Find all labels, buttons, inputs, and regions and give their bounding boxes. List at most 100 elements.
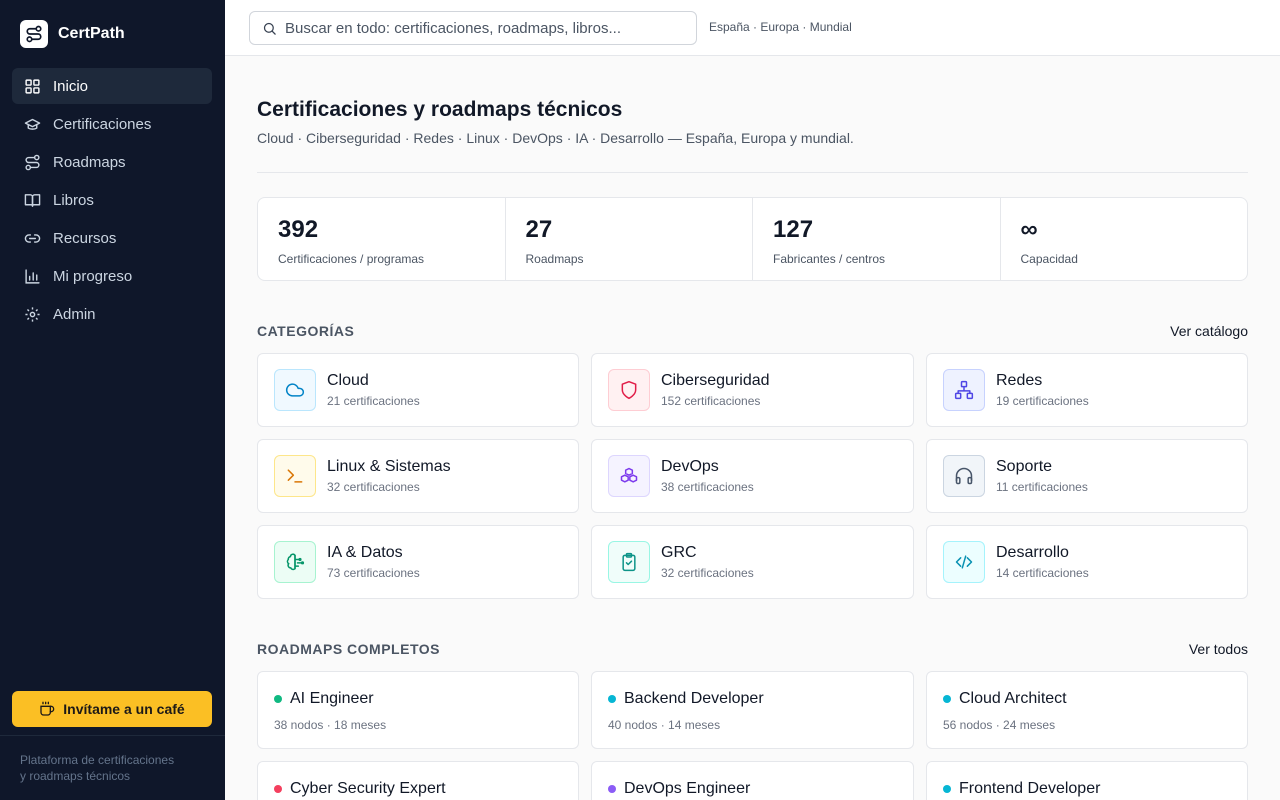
- roadmap-meta: 56 nodos · 24 meses: [943, 718, 1056, 732]
- roadmaps-heading: ROADMAPS COMPLETOS: [257, 641, 440, 657]
- category-card-devops[interactable]: DevOps 38 certificaciones: [591, 439, 914, 513]
- page-subtitle: Cloud · Ciberseguridad · Redes · Linux ·…: [257, 130, 854, 146]
- brain-icon: [274, 541, 316, 583]
- roadmap-name: Frontend Developer: [959, 780, 1101, 797]
- category-card-grc[interactable]: GRC 32 certificaciones: [591, 525, 914, 599]
- search-box[interactable]: [249, 11, 697, 45]
- coffee-label: Invítame a un café: [63, 701, 185, 717]
- sidebar-nav: Inicio Certificaciones Roadmaps Libros R…: [12, 68, 212, 334]
- route-icon: [24, 154, 41, 171]
- roadmaps-grid: AI Engineer 38 nodos · 18 meses Backend …: [257, 671, 1248, 800]
- stat-value: 127: [773, 216, 814, 243]
- category-card-cloud[interactable]: Cloud 21 certificaciones: [257, 353, 579, 427]
- stat-fabricantes: 127 Fabricantes / centros: [753, 198, 1001, 280]
- brand[interactable]: CertPath: [20, 20, 125, 48]
- status-dot: [943, 785, 951, 793]
- bar-chart-icon: [24, 268, 41, 285]
- category-card-redes[interactable]: Redes 19 certificaciones: [926, 353, 1248, 427]
- category-name: Redes: [996, 372, 1043, 389]
- category-card-ciberseguridad[interactable]: Ciberseguridad 152 certificaciones: [591, 353, 914, 427]
- stat-roadmaps: 27 Roadmaps: [506, 198, 753, 280]
- category-card-ia-datos[interactable]: IA & Datos 73 certificaciones: [257, 525, 579, 599]
- coffee-icon: [39, 701, 55, 717]
- sidebar-item-certificaciones[interactable]: Certificaciones: [12, 106, 212, 142]
- roadmap-card-frontend-developer[interactable]: Frontend Developer: [926, 761, 1248, 800]
- roadmap-meta: 40 nodos · 14 meses: [608, 718, 721, 732]
- graduation-cap-icon: [24, 116, 41, 133]
- network-icon: [943, 369, 985, 411]
- status-dot: [274, 785, 282, 793]
- stat-value: 392: [278, 216, 319, 243]
- divider: [257, 172, 1248, 173]
- search-icon: [262, 21, 277, 36]
- book-icon: [24, 192, 41, 209]
- category-name: DevOps: [661, 458, 719, 475]
- category-count: 11 certificaciones: [996, 480, 1088, 494]
- ver-todos-link[interactable]: Ver todos: [1189, 641, 1248, 657]
- sidebar-item-roadmaps[interactable]: Roadmaps: [12, 144, 212, 180]
- cloud-icon: [274, 369, 316, 411]
- category-name: IA & Datos: [327, 544, 403, 561]
- sidebar-item-label: Mi progreso: [53, 267, 133, 285]
- coffee-button[interactable]: Invítame a un café: [12, 691, 212, 727]
- category-card-linux[interactable]: Linux & Sistemas 32 certificaciones: [257, 439, 579, 513]
- roadmap-meta: 38 nodos · 18 meses: [274, 718, 387, 732]
- roadmap-name: DevOps Engineer: [624, 780, 751, 797]
- code-icon: [943, 541, 985, 583]
- category-count: 32 certificaciones: [327, 480, 420, 494]
- sidebar-item-label: Certificaciones: [53, 115, 152, 133]
- stat-value: 27: [525, 216, 553, 243]
- roadmap-card-backend-developer[interactable]: Backend Developer 40 nodos · 14 meses: [591, 671, 914, 749]
- sidebar-item-label: Libros: [53, 191, 94, 209]
- sidebar-item-label: Recursos: [53, 229, 117, 247]
- clipboard-check-icon: [608, 541, 650, 583]
- roadmap-card-cloud-architect[interactable]: Cloud Architect 56 nodos · 24 meses: [926, 671, 1248, 749]
- category-count: 73 certificaciones: [327, 566, 420, 580]
- category-card-soporte[interactable]: Soporte 11 certificaciones: [926, 439, 1248, 513]
- category-name: GRC: [661, 544, 697, 561]
- sidebar-item-label: Inicio: [53, 77, 89, 95]
- status-dot: [608, 785, 616, 793]
- topbar: España · Europa · Mundial: [225, 0, 1280, 56]
- link-icon: [24, 230, 41, 247]
- category-name: Cloud: [327, 372, 369, 389]
- app-name: CertPath: [58, 25, 125, 42]
- shield-icon: [608, 369, 650, 411]
- sidebar-item-label: Admin: [53, 305, 96, 323]
- stat-label: Roadmaps: [525, 252, 584, 266]
- category-name: Soporte: [996, 458, 1053, 475]
- ver-catalogo-link[interactable]: Ver catálogo: [1170, 323, 1248, 339]
- search-input[interactable]: [285, 19, 685, 37]
- roadmap-name: Cloud Architect: [959, 690, 1067, 707]
- roadmap-card-ai-engineer[interactable]: AI Engineer 38 nodos · 18 meses: [257, 671, 579, 749]
- category-card-desarrollo[interactable]: Desarrollo 14 certificaciones: [926, 525, 1248, 599]
- terminal-icon: [274, 455, 316, 497]
- grid-icon: [24, 78, 41, 95]
- category-count: 152 certificaciones: [661, 394, 761, 408]
- sidebar-item-admin[interactable]: Admin: [12, 296, 212, 332]
- sidebar-item-mi-progreso[interactable]: Mi progreso: [12, 258, 212, 294]
- category-name: Linux & Sistemas: [327, 458, 451, 475]
- roadmap-card-devops-engineer[interactable]: DevOps Engineer: [591, 761, 914, 800]
- stat-label: Certificaciones / programas: [278, 252, 425, 266]
- status-dot: [608, 695, 616, 703]
- roadmap-name: Backend Developer: [624, 690, 764, 707]
- stats-panel: 392 Certificaciones / programas 27 Roadm…: [257, 197, 1248, 281]
- roadmap-name: Cyber Security Expert: [290, 780, 446, 797]
- category-name: Ciberseguridad: [661, 372, 770, 389]
- sidebar-item-libros[interactable]: Libros: [12, 182, 212, 218]
- roadmap-name: AI Engineer: [290, 690, 374, 707]
- region-label: España · Europa · Mundial: [709, 20, 852, 34]
- roadmap-card-cyber-security-expert[interactable]: Cyber Security Expert: [257, 761, 579, 800]
- divider: [0, 735, 225, 736]
- sidebar-item-recursos[interactable]: Recursos: [12, 220, 212, 256]
- category-count: 21 certificaciones: [327, 394, 420, 408]
- stat-label: Capacidad: [1020, 252, 1078, 266]
- sidebar-item-inicio[interactable]: Inicio: [12, 68, 212, 104]
- category-count: 32 certificaciones: [661, 566, 754, 580]
- status-dot: [274, 695, 282, 703]
- category-name: Desarrollo: [996, 544, 1069, 561]
- page-title: Certificaciones y roadmaps técnicos: [257, 98, 623, 121]
- gear-icon: [24, 306, 41, 323]
- category-count: 38 certificaciones: [661, 480, 754, 494]
